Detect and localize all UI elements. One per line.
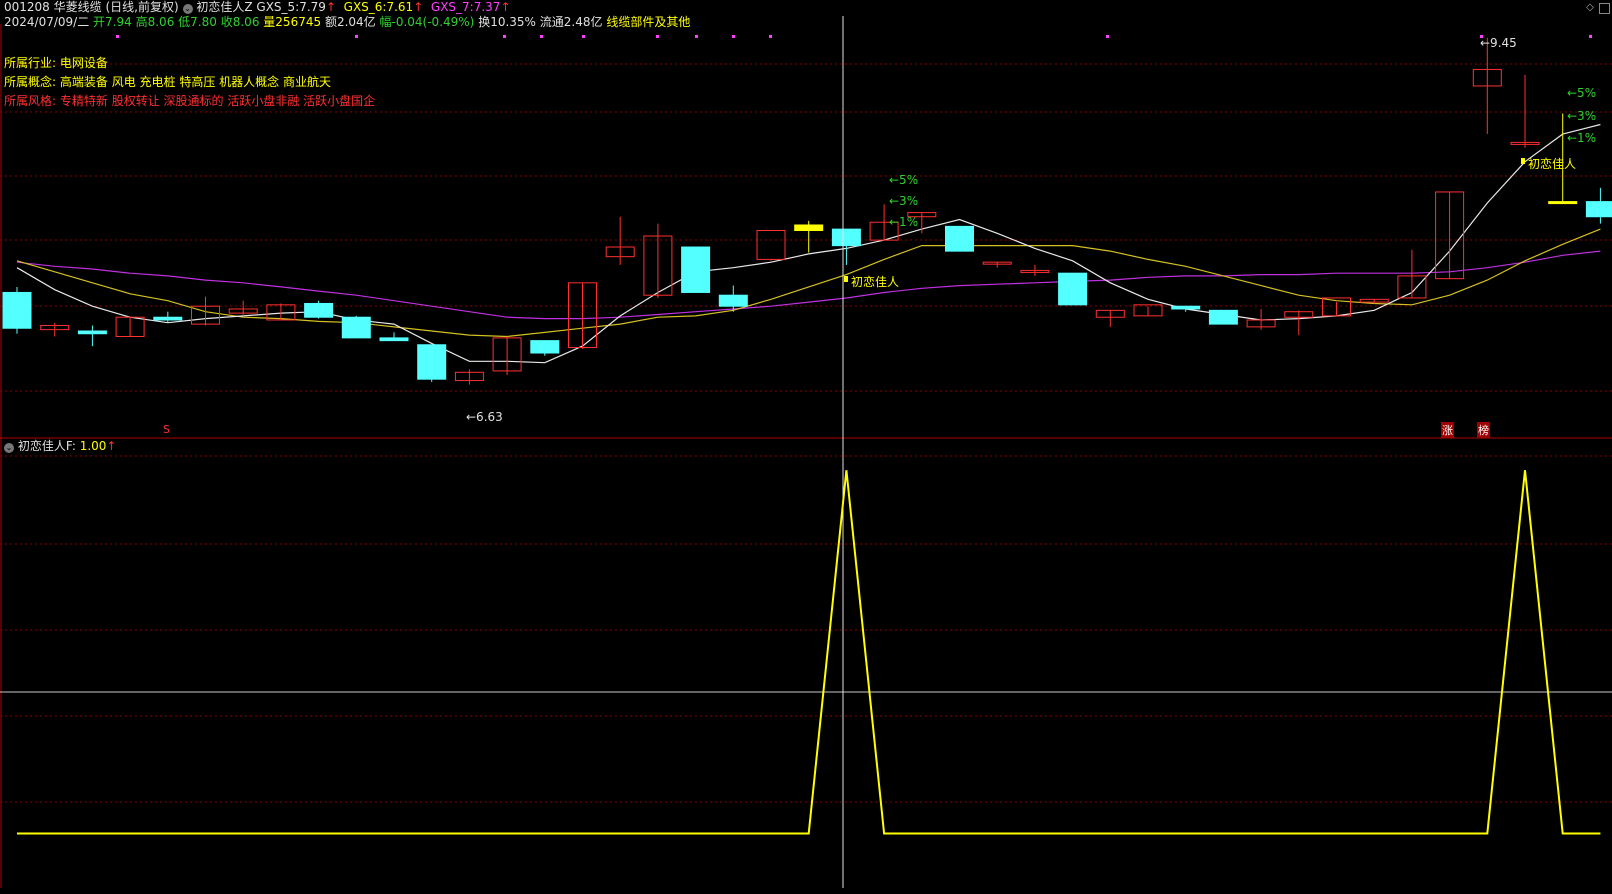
lower-indicator-value: 1.00: [79, 439, 107, 453]
bang-marker: 榜: [1477, 422, 1490, 438]
lower-panel-title: ⌄ 初恋佳人F: 1.00↑: [4, 439, 116, 453]
candle-body: [718, 294, 748, 307]
candle-body: [1585, 201, 1612, 218]
stock-code[interactable]: 001208: [4, 0, 50, 14]
quote-float: 流通2.48亿: [539, 15, 603, 29]
lower-colon: :: [71, 439, 76, 453]
candle-body: [77, 330, 107, 335]
candle-body: [756, 230, 786, 260]
top-marker-dot: [355, 35, 358, 38]
low-price-label: ←6.63: [466, 410, 503, 424]
pct5-label-1: ←5%: [889, 173, 919, 187]
candle-body: [341, 316, 371, 339]
candle-body: [945, 225, 974, 252]
pct1-label-2: ←1%: [1567, 131, 1597, 145]
high-price-label: ←9.45: [1480, 36, 1517, 50]
top-marker-dot: [116, 35, 119, 38]
gxs7-arrow: ↑: [500, 0, 511, 14]
industry-label: 所属行业:: [4, 56, 57, 70]
quote-sector[interactable]: 线缆部件及其他: [606, 15, 690, 29]
quote-low: 低7.80: [178, 15, 217, 29]
indicator-name[interactable]: 初恋佳人Z: [196, 0, 252, 14]
gxs6-label: GXS_6:: [343, 0, 387, 14]
candle-body: [1548, 201, 1578, 205]
candle-body: [681, 246, 711, 293]
indicator-toggle-icon[interactable]: ⌄: [182, 4, 193, 14]
top-marker-dot: [1589, 35, 1592, 38]
pct1-label-1: ←1%: [889, 215, 919, 229]
candle-body: [1171, 305, 1201, 310]
lower-toggle-icon[interactable]: ⌄: [4, 443, 14, 453]
candle-body: [2, 291, 32, 329]
quote-high: 高8.06: [135, 15, 175, 29]
candle-body: [1208, 309, 1238, 325]
top-marker-dot: [769, 35, 772, 38]
top-marker-dot: [503, 35, 506, 38]
pct3-label-1: ←3%: [889, 194, 919, 208]
candle-body: [794, 224, 824, 231]
signal-label-2: 初恋佳人: [1528, 157, 1577, 171]
quote-turnover: 换10.35%: [478, 15, 536, 29]
period-label[interactable]: (日线,前复权): [105, 0, 178, 14]
quote-close: 收8.06: [220, 15, 260, 29]
signal-flag-2: [1521, 158, 1525, 164]
pct3-label-2: ←3%: [1567, 109, 1597, 123]
candle-body: [304, 302, 334, 318]
top-marker-dot: [732, 35, 735, 38]
style-value[interactable]: 专精特新 股权转让 深股通标的 活跃小盘非融 活跃小盘国企: [60, 94, 375, 108]
concept-label: 所属概念:: [4, 75, 57, 89]
top-marker-dot: [695, 35, 698, 38]
candle-body: [417, 344, 447, 380]
quote-change: 幅-0.04(-0.49%): [379, 15, 475, 29]
quote-bar: 2024/07/09/二 开7.94 高8.06 低7.80 收8.06 量25…: [4, 15, 690, 29]
style-label: 所属风格:: [4, 94, 57, 108]
expand-icon[interactable]: ◇: [1584, 2, 1596, 14]
gxs5-label: GXS_5:: [256, 0, 300, 14]
lower-arrow: ↑: [106, 439, 117, 453]
zhang-marker: 涨: [1441, 422, 1454, 438]
stock-name[interactable]: 华菱线缆: [54, 0, 102, 14]
signal-f-line: [17, 470, 1601, 835]
industry-row: 所属行业: 电网设备: [4, 56, 108, 70]
candle-body: [379, 337, 409, 342]
candle-body: [831, 228, 861, 247]
top-marker-dot: [582, 35, 585, 38]
pct5-label-2: ←5%: [1567, 86, 1597, 100]
candle-body: [153, 316, 183, 321]
top-marker-dot: [1106, 35, 1109, 38]
gxs7-value: 7.37: [473, 0, 501, 14]
industry-value[interactable]: 电网设备: [60, 56, 108, 70]
gxs6-arrow: ↑: [413, 0, 424, 14]
quote-volume: 量256745: [263, 15, 322, 29]
window-icon[interactable]: [1599, 3, 1610, 14]
s-marker: S: [163, 423, 170, 436]
gxs6-value: 7.61: [386, 0, 414, 14]
style-row: 所属风格: 专精特新 股权转让 深股通标的 活跃小盘非融 活跃小盘国企: [4, 94, 375, 108]
title-bar: 001208 华菱线缆 (日线,前复权) ⌄ 初恋佳人Z GXS_5:7.79↑…: [4, 0, 511, 14]
quote-amount: 额2.04亿: [324, 15, 376, 29]
quote-date: 2024/07/09/二: [4, 15, 90, 29]
chart-canvas[interactable]: [0, 0, 1612, 894]
concept-value[interactable]: 高端装备 风电 充电桩 特高压 机器人概念 商业航天: [60, 75, 331, 89]
gxs5-value: 7.79: [299, 0, 326, 14]
candle-body: [530, 340, 560, 354]
concept-row: 所属概念: 高端装备 风电 充电桩 特高压 机器人概念 商业航天: [4, 75, 331, 89]
quote-open: 开7.94: [93, 15, 132, 29]
lower-indicator-name[interactable]: 初恋佳人F: [18, 439, 72, 453]
top-marker-dot: [540, 35, 543, 38]
top-marker-dot: [656, 35, 659, 38]
gxs7-label: GXS_7:: [430, 0, 474, 14]
gxs5-arrow: ↑: [325, 0, 336, 14]
signal-flag-1: [844, 276, 848, 282]
candle-body: [1058, 272, 1088, 306]
signal-label-1: 初恋佳人: [851, 275, 900, 289]
